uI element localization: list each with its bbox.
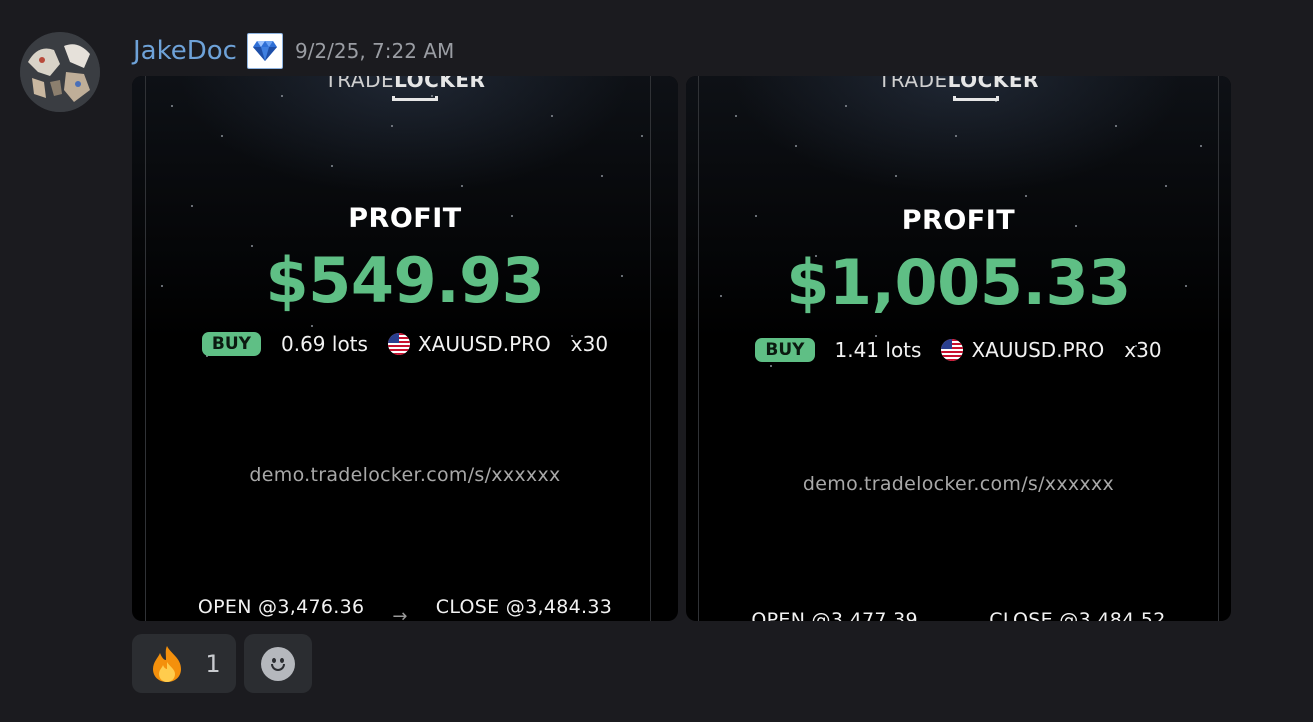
logo-text-thin: TRADE — [878, 76, 948, 92]
share-url: demo.tradelocker.com/s/xxxxxx — [802, 473, 1115, 495]
us-flag-icon — [387, 333, 410, 355]
tradelocker-logo: TRADELOCKER — [686, 76, 1231, 92]
starfield-background — [132, 76, 678, 406]
symbol: XAUUSD.PRO — [417, 332, 551, 356]
profit-label: PROFIT — [348, 203, 462, 234]
add-reaction-icon — [261, 646, 295, 681]
open-close-prices: OPEN @3,477.39 → CLOSE @3,484.52 — [686, 609, 1231, 621]
us-flag-icon — [941, 339, 964, 361]
close-price: CLOSE @3,484.52 — [989, 609, 1166, 621]
share-url: demo.tradelocker.com/s/xxxxxx — [249, 464, 561, 486]
lot-size: 1.41 lots — [834, 338, 922, 362]
profit-amount: $549.93 — [265, 244, 545, 317]
logo-bracket — [953, 96, 999, 101]
trade-image-1[interactable]: TRADELOCKER PROFIT $549.93 BUY 0.69 lots… — [132, 76, 678, 621]
logo-text-thin: TRADE — [324, 76, 395, 92]
username[interactable]: JakeDoc — [133, 33, 237, 69]
logo-bracket — [392, 96, 438, 101]
side-badge: BUY — [755, 338, 815, 362]
logo-text-bold: LOCKER — [394, 76, 486, 92]
close-price: CLOSE @3,484.33 — [435, 596, 613, 618]
profit-label: PROFIT — [901, 205, 1016, 236]
trade-details: BUY 1.41 lots XAUUSD.PRO x30 — [686, 338, 1231, 362]
diamond-icon[interactable] — [246, 33, 283, 69]
chat-message: JakeDoc 9/2/25, 7:22 AM TRADELOCKER PROF… — [0, 0, 1313, 722]
trade-details: BUY 0.69 lots XAUUSD.PRO x30 — [132, 332, 678, 356]
leverage: x30 — [1124, 338, 1162, 362]
message-header: JakeDoc 9/2/25, 7:22 AM — [133, 33, 454, 69]
symbol: XAUUSD.PRO — [971, 338, 1105, 362]
leverage: x30 — [570, 332, 609, 356]
tradelocker-logo: TRADELOCKER — [132, 76, 678, 92]
add-reaction-button[interactable] — [244, 634, 312, 693]
reaction-count: 1 — [205, 649, 221, 678]
reaction-fire[interactable]: 1 — [132, 634, 236, 693]
trade-image-2[interactable]: TRADELOCKER PROFIT $1,005.33 BUY 1.41 lo… — [686, 76, 1231, 621]
fire-emoji-icon — [147, 644, 187, 684]
arrow-right-icon: → — [392, 606, 408, 621]
lot-size: 0.69 lots — [281, 332, 368, 356]
open-price: OPEN @3,477.39 — [751, 609, 918, 621]
profit-amount: $1,005.33 — [786, 246, 1131, 319]
arrow-right-icon: → — [946, 619, 961, 621]
open-price: OPEN @3,476.36 — [197, 596, 365, 618]
open-close-prices: OPEN @3,476.36 → CLOSE @3,484.33 — [132, 596, 678, 621]
timestamp: 9/2/25, 7:22 AM — [294, 39, 455, 63]
avatar[interactable] — [20, 32, 100, 112]
side-badge: BUY — [201, 332, 261, 356]
logo-text-bold: LOCKER — [947, 76, 1039, 92]
